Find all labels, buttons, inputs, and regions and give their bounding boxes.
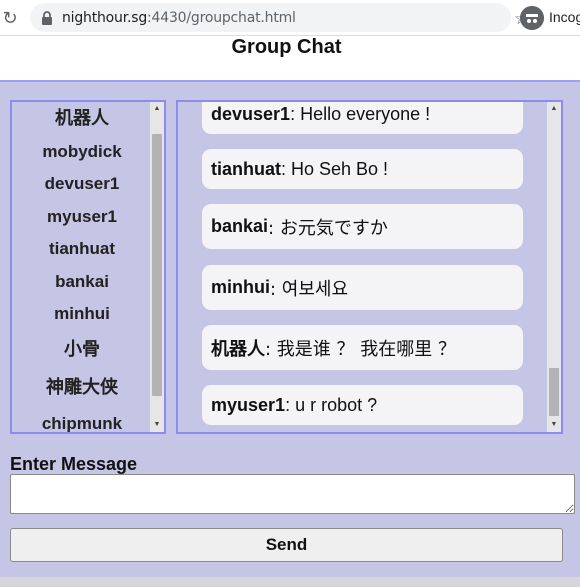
scroll-thumb[interactable] [549, 368, 559, 416]
message-sender: bankai [211, 216, 269, 236]
message-sender: minhui [211, 277, 270, 297]
url-path: :4430/groupchat.html [147, 10, 296, 26]
message-text: : Hello everyone ! [290, 103, 431, 124]
user-list[interactable]: 机器人 mobydick devuser1 myuser1 tianhuat b… [10, 100, 166, 434]
send-button[interactable]: Send [10, 528, 563, 562]
scroll-thumb[interactable] [152, 134, 162, 396]
scroll-down-arrow-icon[interactable]: ▼ [547, 418, 561, 432]
lock-icon[interactable] [40, 10, 54, 26]
message-text: : Ho Seh Bo ! [281, 158, 389, 179]
page-bottom-edge [0, 577, 580, 587]
user-list-scrollbar[interactable]: ▲ ▼ [150, 102, 164, 432]
profile-label[interactable]: Incog [549, 9, 580, 25]
user-list-item[interactable]: tianhuat [12, 239, 152, 259]
message-text: : 여보세요 [270, 278, 349, 300]
browser-toolbar: ↻ nighthour.sg:4430/groupchat.html ☆ Inc… [0, 0, 580, 36]
user-list-item[interactable]: 机器人 [12, 109, 152, 129]
message-list-scrollbar[interactable]: ▲ ▼ [547, 102, 561, 432]
reload-icon[interactable]: ↻ [0, 8, 20, 28]
message-input[interactable] [10, 474, 575, 514]
page-header: Group Chat [0, 36, 580, 81]
scroll-up-arrow-icon[interactable]: ▲ [547, 102, 561, 116]
chat-message: devuser1: Hello everyone ! [202, 102, 523, 134]
message-input-label: Enter Message [10, 454, 138, 474]
message-sender: devuser1 [211, 103, 291, 124]
user-list-item[interactable]: bankai [12, 272, 152, 292]
user-list-item[interactable]: 神雕大侠 [12, 378, 152, 398]
chat-message: myuser1: u r robot ? [202, 385, 523, 425]
message-sender: 机器人 [211, 338, 265, 360]
user-list-item[interactable]: myuser1 [12, 207, 152, 227]
url-text[interactable]: nighthour.sg:4430/groupchat.html [62, 10, 296, 26]
chat-message: bankai: お元気ですか [202, 204, 523, 249]
chat-message: 机器人: 我是谁 ？ 我在哪里 ？ [202, 325, 523, 370]
page-title: Group Chat [231, 36, 342, 58]
user-list-item[interactable]: devuser1 [12, 174, 152, 194]
incognito-icon[interactable] [520, 6, 544, 30]
address-bar[interactable]: nighthour.sg:4430/groupchat.html ☆ [30, 3, 529, 32]
user-list-item[interactable]: chipmunk [12, 414, 152, 432]
user-list-item[interactable]: mobydick [12, 142, 152, 162]
url-host: nighthour.sg [62, 10, 148, 26]
message-sender: tianhuat [211, 158, 281, 179]
message-sender: myuser1 [211, 394, 286, 415]
scroll-up-arrow-icon[interactable]: ▲ [150, 102, 164, 116]
message-text: : お元気ですか [268, 217, 388, 239]
chat-message: minhui: 여보세요 [202, 265, 523, 310]
chat-message: tianhuat: Ho Seh Bo ! [202, 149, 523, 189]
user-list-item[interactable]: 小骨 [12, 340, 152, 360]
chat-panel: 机器人 mobydick devuser1 myuser1 tianhuat b… [0, 80, 580, 577]
scroll-down-arrow-icon[interactable]: ▼ [150, 418, 164, 432]
message-text: : u r robot ? [285, 394, 378, 415]
message-text: : 我是谁 ？ 我在哪里 ？ [265, 338, 456, 360]
user-list-item[interactable]: minhui [12, 304, 152, 324]
message-list[interactable]: devuser1: Hello everyone ! tianhuat: Ho … [176, 100, 563, 434]
